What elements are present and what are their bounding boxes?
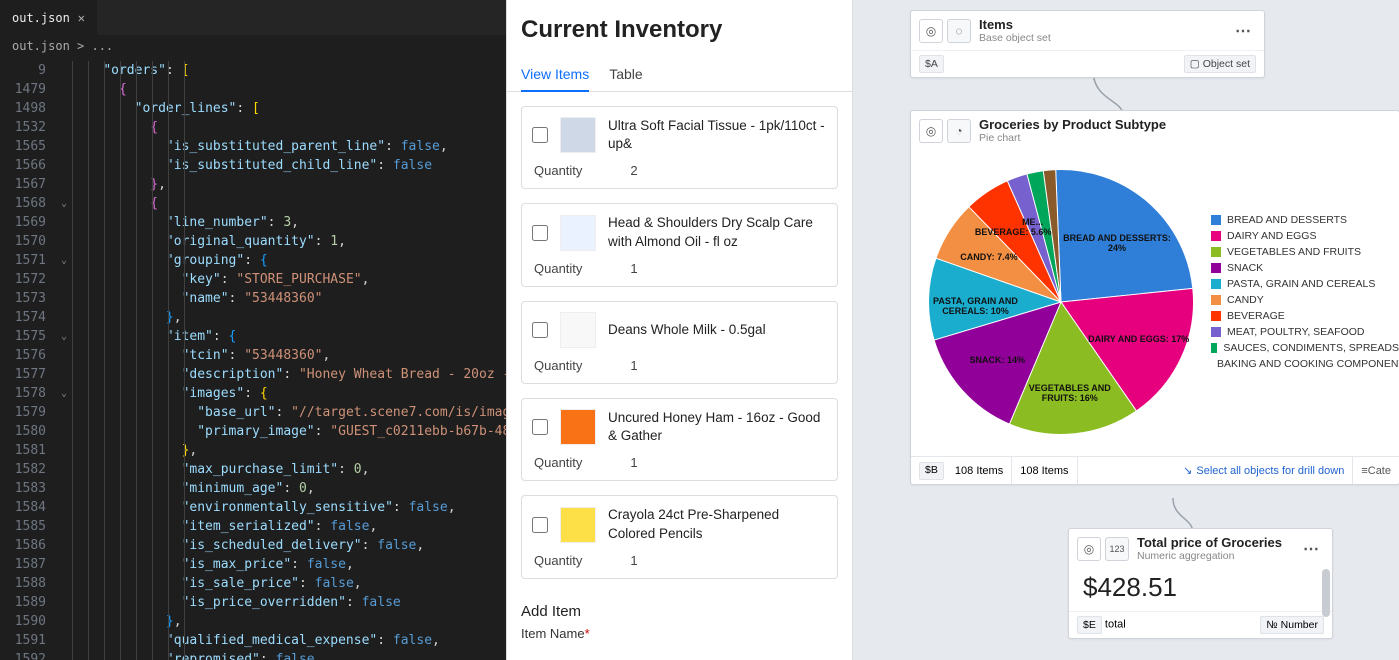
product-name: Head & Shoulders Dry Scalp Care with Alm… [608, 214, 827, 250]
chart-legend: BREAD AND DESSERTS DAIRY AND EGGS VEGETABL… [1211, 158, 1399, 446]
quantity-label: Quantity [534, 553, 582, 568]
node-subtitle: Numeric aggregation [1137, 550, 1291, 562]
pie-icon[interactable]: ◔ [947, 119, 971, 143]
select-checkbox[interactable] [532, 517, 548, 533]
cube-icon[interactable]: ◎ [919, 19, 943, 43]
node-title: Groceries by Product Subtype [979, 117, 1391, 132]
quantity-label: Quantity [534, 358, 582, 373]
cube-icon[interactable]: ◎ [919, 119, 943, 143]
inventory-card: Deans Whole Milk - 0.5gal Quantity 1 [521, 301, 838, 384]
legend-item[interactable]: SNACK [1211, 262, 1399, 274]
more-icon[interactable]: ⋯ [1299, 539, 1324, 559]
inventory-card: Crayola 24ct Pre-Sharpened Colored Penci… [521, 495, 838, 578]
inventory-card: Uncured Honey Ham - 16oz - Good & Gather… [521, 398, 838, 481]
tab-label: out.json [12, 11, 70, 25]
node-subtitle: Base object set [979, 32, 1223, 44]
close-icon[interactable]: ✕ [78, 11, 85, 25]
scrollbar[interactable] [1322, 569, 1330, 617]
code-area[interactable]: "orders": [ { "order_lines": [ { "is_sub… [72, 57, 506, 660]
drill-down-link[interactable]: ↘ Select all objects for drill down [1183, 464, 1352, 477]
legend-item[interactable]: BAKING AND COOKING COMPONENTS [1211, 358, 1399, 370]
globe-icon[interactable]: ◌ [947, 19, 971, 43]
quantity-value: 1 [630, 358, 637, 373]
code-editor: out.json ✕ out.json > ... 91479149815321… [0, 0, 506, 660]
inventory-panel: Current Inventory View Items Table Ultra… [506, 0, 853, 660]
out-var-badge[interactable]: $A [919, 55, 944, 73]
item-name-label: Item Name* [507, 624, 852, 643]
fold-column[interactable]: ⌄⌄⌄⌄ [56, 57, 72, 660]
pie-chart[interactable]: BREAD AND DESSERTS: 24%DAIRY AND EGGS: 1… [917, 158, 1205, 446]
legend-item[interactable]: CANDY [1211, 294, 1399, 306]
select-checkbox[interactable] [532, 419, 548, 435]
product-name: Uncured Honey Ham - 16oz - Good & Gather [608, 409, 827, 445]
aggregation-value: $428.51 [1069, 568, 1332, 611]
inventory-list: Ultra Soft Facial Tissue - 1pk/110ct - u… [507, 92, 852, 593]
product-name: Crayola 24ct Pre-Sharpened Colored Penci… [608, 506, 827, 542]
legend-item[interactable]: MEAT, POULTRY, SEAFOOD [1211, 326, 1399, 338]
line-number-gutter: 9147914981532156515661567156815691570157… [0, 57, 56, 660]
legend-item[interactable]: BEVERAGE [1211, 310, 1399, 322]
number-icon[interactable]: 123 [1105, 537, 1129, 561]
quantity-label: Quantity [534, 455, 582, 470]
product-thumb [560, 215, 596, 251]
legend-item[interactable]: PASTA, GRAIN AND CEREALS [1211, 278, 1399, 290]
node-subtitle: Pie chart [979, 132, 1391, 144]
inventory-card: Ultra Soft Facial Tissue - 1pk/110ct - u… [521, 106, 838, 189]
product-thumb [560, 312, 596, 348]
quantity-value: 1 [630, 553, 637, 568]
product-thumb [560, 507, 596, 543]
inventory-card: Head & Shoulders Dry Scalp Care with Alm… [521, 203, 838, 286]
legend-item[interactable]: BREAD AND DESSERTS [1211, 214, 1399, 226]
quantity-label: Quantity [534, 163, 582, 178]
quantity-label: Quantity [534, 261, 582, 276]
node-toolbar: $B 108 Items 108 Items ↘ Select all obje… [911, 456, 1399, 484]
product-name: Ultra Soft Facial Tissue - 1pk/110ct - u… [608, 117, 827, 153]
categorize-button[interactable]: ≡ Cate [1352, 457, 1399, 484]
inventory-tabs: View Items Table [507, 58, 852, 92]
legend-item[interactable]: VEGETABLES AND FRUITS [1211, 246, 1399, 258]
type-badge[interactable]: № Number [1260, 616, 1324, 634]
quantity-value: 1 [630, 455, 637, 470]
node-title: Items [979, 17, 1223, 32]
node-aggregation[interactable]: ◎ 123 Total price of Groceries Numeric a… [1068, 528, 1333, 639]
editor-tabbar: out.json ✕ [0, 0, 506, 35]
legend-item[interactable]: SAUCES, CONDIMENTS, SPREADS [1211, 342, 1399, 354]
quantity-value: 2 [630, 163, 637, 178]
object-set-badge[interactable]: ▢ Object set [1184, 55, 1256, 73]
select-checkbox[interactable] [532, 127, 548, 143]
node-title: Total price of Groceries [1137, 535, 1291, 550]
cube-icon[interactable]: ◎ [1077, 537, 1101, 561]
editor-tab[interactable]: out.json ✕ [0, 0, 97, 35]
select-checkbox[interactable] [532, 225, 548, 241]
tab-table[interactable]: Table [609, 58, 642, 91]
workflow-canvas[interactable]: ◎ ◌ Items Base object set ⋯ $A ▢ Object … [853, 0, 1399, 660]
count-label[interactable]: 108 Items [1012, 457, 1077, 484]
legend-item[interactable]: DAIRY AND EGGS [1211, 230, 1399, 242]
more-icon[interactable]: ⋯ [1231, 21, 1256, 41]
product-name: Deans Whole Milk - 0.5gal [608, 321, 827, 339]
tab-view-items[interactable]: View Items [521, 58, 589, 92]
select-checkbox[interactable] [532, 322, 548, 338]
var-badge[interactable]: $B 108 Items [911, 457, 1012, 484]
node-items[interactable]: ◎ ◌ Items Base object set ⋯ $A ▢ Object … [910, 10, 1265, 78]
breadcrumb[interactable]: out.json > ... [0, 35, 506, 57]
quantity-value: 1 [630, 261, 637, 276]
product-thumb [560, 117, 596, 153]
product-thumb [560, 409, 596, 445]
node-pie-chart[interactable]: ◎ ◔ Groceries by Product Subtype Pie cha… [910, 110, 1399, 485]
add-item-heading: Add Item [507, 593, 852, 624]
page-title: Current Inventory [521, 16, 838, 44]
